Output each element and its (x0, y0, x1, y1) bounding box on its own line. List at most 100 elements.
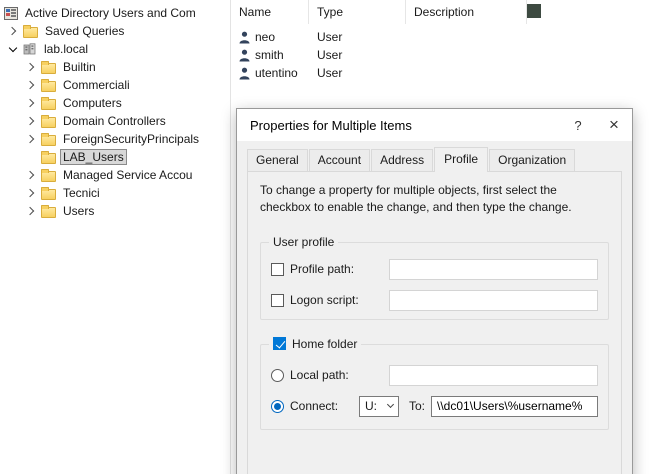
chevron-down-icon (387, 401, 394, 408)
folder-icon (41, 135, 56, 146)
tab-organization[interactable]: Organization (489, 149, 575, 171)
tree-item-root[interactable]: Active Directory Users and Com (0, 4, 230, 22)
home-folder-path-input[interactable] (431, 396, 598, 417)
chevron-right-icon[interactable] (24, 61, 37, 74)
user-profile-groupbox: User profile Profile path: Logon script: (260, 242, 609, 320)
home-folder-checkbox[interactable] (273, 337, 286, 350)
user-icon (239, 67, 251, 80)
local-path-row: Local path: (271, 365, 598, 386)
folder-icon (41, 63, 56, 74)
dialog-title: Properties for Multiple Items (237, 118, 560, 133)
tree-item-builtin[interactable]: Builtin (0, 58, 230, 76)
list-row-utentino[interactable]: utentino User (231, 64, 656, 82)
tree-item-label: lab.local (41, 41, 91, 57)
tree-item-domain-controllers[interactable]: Domain Controllers (0, 112, 230, 130)
tree-item-label: Builtin (60, 59, 99, 75)
dialog-tabs: General Account Address Profile Organiza… (247, 149, 622, 171)
chevron-right-icon[interactable] (24, 79, 37, 92)
tab-account[interactable]: Account (309, 149, 370, 171)
user-icon (239, 31, 251, 44)
connect-row: Connect: U: To: (271, 396, 598, 417)
chevron-down-icon[interactable] (6, 43, 19, 56)
connect-label: Connect: (290, 399, 338, 413)
tree-item-label: Domain Controllers (60, 113, 169, 129)
tree-item-computers[interactable]: Computers (0, 94, 230, 112)
tab-address[interactable]: Address (371, 149, 433, 171)
local-path-input[interactable] (389, 365, 598, 386)
folder-icon (41, 153, 56, 164)
folder-icon (41, 81, 56, 92)
user-icon (239, 49, 251, 62)
user-profile-legend: User profile (269, 235, 338, 249)
chevron-right-icon[interactable] (24, 205, 37, 218)
home-folder-label: Home folder (292, 337, 357, 351)
folder-icon (41, 99, 56, 110)
logon-script-label: Logon script: (290, 293, 359, 307)
profile-path-label: Profile path: (290, 262, 354, 276)
column-header-spacer (527, 0, 656, 24)
list-cell-name: utentino (255, 66, 298, 80)
tree-item-managed-service-accounts[interactable]: Managed Service Accou (0, 166, 230, 184)
list-row-neo[interactable]: neo User (231, 28, 656, 46)
profile-tab-page: To change a property for multiple object… (247, 171, 622, 474)
list-cell-type: User (309, 66, 406, 80)
tree-item-lab-local[interactable]: lab.local (0, 40, 230, 58)
list-cell-type: User (309, 30, 406, 44)
close-button[interactable]: × (596, 110, 632, 141)
home-folder-groupbox: Home folder Local path: Connect: U (260, 344, 609, 430)
local-path-label: Local path: (290, 368, 349, 382)
chevron-right-icon[interactable] (24, 115, 37, 128)
tree-item-tecnici[interactable]: Tecnici (0, 184, 230, 202)
chevron-right-icon[interactable] (24, 169, 37, 182)
properties-dialog: Properties for Multiple Items ? × Genera… (236, 108, 633, 474)
chevron-right-icon[interactable] (6, 25, 19, 38)
column-header-type[interactable]: Type (309, 0, 406, 24)
local-path-radio[interactable] (271, 369, 284, 382)
profile-path-input[interactable] (389, 259, 598, 280)
console-root-icon (4, 7, 18, 20)
header-corner-icon (527, 4, 541, 18)
tab-profile[interactable]: Profile (434, 147, 488, 172)
drive-letter-select[interactable]: U: (359, 396, 399, 417)
dialog-titlebar[interactable]: Properties for Multiple Items ? × (237, 109, 632, 141)
tree-item-foreign-security-principals[interactable]: ForeignSecurityPrincipals (0, 130, 230, 148)
folder-icon (23, 27, 38, 38)
tree-item-lab-users[interactable]: LAB_Users (0, 148, 230, 166)
tree-item-label: Saved Queries (42, 23, 127, 39)
profile-path-checkbox[interactable] (271, 263, 284, 276)
logon-script-checkbox[interactable] (271, 294, 284, 307)
tree-item-users[interactable]: Users (0, 202, 230, 220)
help-button[interactable]: ? (560, 110, 596, 141)
aduc-console: Active Directory Users and Com Saved Que… (0, 0, 656, 474)
chevron-right-icon[interactable] (24, 97, 37, 110)
instruction-text: To change a property for multiple object… (260, 182, 609, 216)
column-header-description[interactable]: Description (406, 0, 527, 24)
tab-general[interactable]: General (247, 149, 308, 171)
column-header-name[interactable]: Name (231, 0, 309, 24)
list-header: Name Type Description (231, 0, 656, 24)
tree-item-label: Commerciali (60, 77, 133, 93)
folder-icon (41, 117, 56, 128)
list-row-smith[interactable]: smith User (231, 46, 656, 64)
logon-script-row: Logon script: (271, 290, 598, 311)
chevron-right-icon[interactable] (24, 133, 37, 146)
tree-item-label: Tecnici (60, 185, 103, 201)
list-rows: neo User smith User (231, 24, 656, 82)
folder-icon (41, 207, 56, 218)
folder-icon (41, 171, 56, 182)
domain-icon (23, 43, 37, 55)
tree-item-saved-queries[interactable]: Saved Queries (0, 22, 230, 40)
tree-item-label: Active Directory Users and Com (22, 5, 199, 21)
drive-letter-value: U: (365, 399, 377, 413)
tree-item-label: Users (60, 203, 97, 219)
list-cell-name: neo (255, 30, 275, 44)
console-tree: Active Directory Users and Com Saved Que… (0, 0, 230, 474)
list-cell-type: User (309, 48, 406, 62)
logon-script-input[interactable] (389, 290, 598, 311)
tree-item-label-selected: LAB_Users (60, 149, 127, 165)
chevron-right-icon[interactable] (24, 187, 37, 200)
tree-item-commerciali[interactable]: Commerciali (0, 76, 230, 94)
tree-item-label: Managed Service Accou (60, 167, 195, 183)
folder-icon (41, 189, 56, 200)
connect-radio[interactable] (271, 400, 284, 413)
